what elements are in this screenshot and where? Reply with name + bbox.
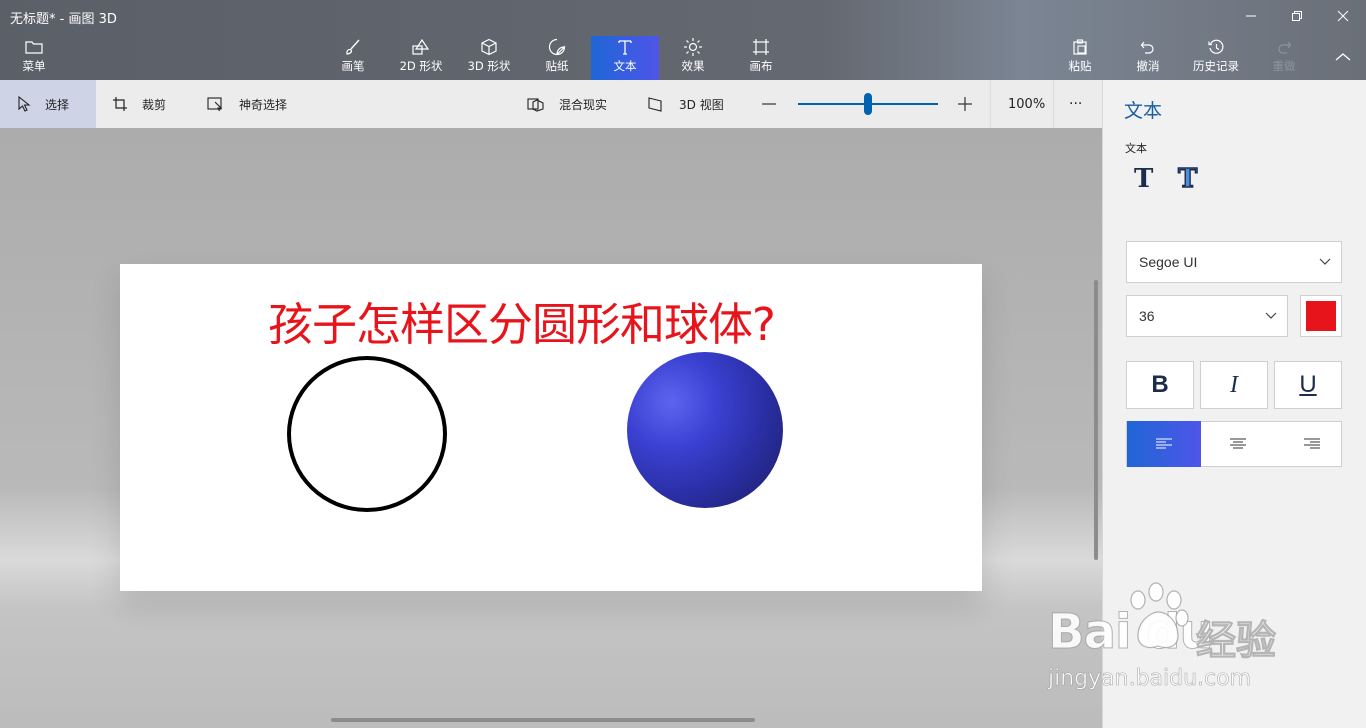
- paste-button[interactable]: 粘贴: [1046, 36, 1114, 80]
- restore-button[interactable]: [1274, 4, 1320, 28]
- folder-icon: [25, 41, 43, 54]
- history-icon: [1208, 39, 1224, 54]
- collapse-ribbon-button[interactable]: [1320, 45, 1366, 69]
- minimize-button[interactable]: [1228, 4, 1274, 28]
- crop-icon: [113, 97, 127, 111]
- tool-stickers[interactable]: 贴纸: [523, 36, 591, 80]
- text-color-swatch[interactable]: [1306, 301, 1336, 331]
- watermark-cn: 经验: [1196, 618, 1277, 665]
- text-3d-icon[interactable]: T: [1177, 163, 1198, 194]
- crop-tool[interactable]: 裁剪: [112, 80, 166, 128]
- canvas-headline-text[interactable]: 孩子怎样区分圆形和球体?: [268, 288, 776, 353]
- cube-icon: [481, 38, 497, 56]
- watermark-url: jingyan.baidu.com: [1048, 666, 1252, 692]
- sphere-3d-model[interactable]: [627, 352, 783, 508]
- redo-button: 重做: [1250, 36, 1318, 80]
- more-options-button[interactable]: ···: [1069, 80, 1082, 128]
- panel-subtitle: 文本: [1125, 142, 1147, 155]
- tool-2d-shapes[interactable]: 2D 形状: [387, 36, 455, 80]
- panel-title: 文本: [1124, 100, 1163, 122]
- menu-button[interactable]: 菜单: [0, 36, 68, 80]
- bold-button[interactable]: B: [1126, 361, 1194, 409]
- divider: [1053, 80, 1054, 128]
- window-title: 无标题* - 画图 3D: [10, 12, 117, 27]
- undo-button[interactable]: 撤消: [1114, 36, 1182, 80]
- zoom-out-button[interactable]: [760, 80, 792, 128]
- chevron-down-icon: [1265, 312, 1277, 319]
- close-icon: [1337, 10, 1349, 22]
- sun-icon: [684, 38, 702, 56]
- circle-2d-shape[interactable]: [287, 356, 447, 512]
- text-2d-icon[interactable]: T: [1134, 164, 1153, 194]
- cursor-icon: [18, 96, 31, 112]
- italic-button[interactable]: I: [1200, 361, 1268, 409]
- sticker-icon: [548, 38, 566, 56]
- close-button[interactable]: [1320, 4, 1366, 28]
- minus-icon: [762, 103, 776, 105]
- paw-logo: [1118, 580, 1194, 660]
- tool-effects[interactable]: 效果: [659, 36, 727, 80]
- align-right-button[interactable]: [1275, 421, 1349, 467]
- zoom-percent[interactable]: 100%: [1008, 80, 1045, 128]
- horizontal-scrollbar[interactable]: [331, 718, 755, 722]
- view-3d-button[interactable]: 3D 视图: [647, 80, 724, 128]
- align-center-icon: [1230, 438, 1246, 449]
- restore-icon: [1292, 11, 1302, 21]
- vertical-scrollbar[interactable]: [1094, 280, 1098, 560]
- align-center-button[interactable]: [1201, 421, 1275, 467]
- app-ribbon: 无标题* - 画图 3D 菜单 画笔 2D 形状 3D 形状 贴纸 文本 效果 …: [0, 0, 1366, 80]
- tool-brush[interactable]: 画笔: [319, 36, 387, 80]
- select-tool[interactable]: 选择: [0, 80, 96, 128]
- align-left-icon: [1156, 438, 1172, 449]
- divider: [990, 80, 991, 128]
- chevron-down-icon: [1319, 258, 1331, 265]
- history-button[interactable]: 历史记录: [1182, 36, 1250, 80]
- zoom-slider-thumb[interactable]: [864, 93, 872, 115]
- font-size-select[interactable]: 36: [1126, 295, 1288, 337]
- mixed-reality-icon: [527, 98, 544, 112]
- paste-icon: [1073, 39, 1087, 55]
- zoom-in-button[interactable]: [956, 80, 988, 128]
- canvas-icon: [753, 39, 769, 55]
- magic-select-icon: [207, 97, 223, 112]
- shapes-2d-icon: [412, 38, 430, 55]
- font-family-select[interactable]: Segoe UI: [1126, 241, 1342, 283]
- chevron-up-icon: [1335, 53, 1351, 61]
- plus-icon: [958, 97, 972, 111]
- tool-3d-shapes[interactable]: 3D 形状: [455, 36, 523, 80]
- text-icon: [618, 40, 632, 55]
- align-right-icon: [1304, 438, 1320, 449]
- redo-icon: [1278, 41, 1292, 54]
- tool-canvas[interactable]: 画布: [727, 36, 795, 80]
- brush-icon: [346, 39, 360, 55]
- view-3d-icon: [648, 97, 662, 112]
- magic-select-tool[interactable]: 神奇选择: [207, 80, 287, 128]
- undo-icon: [1140, 41, 1154, 54]
- mixed-reality-button[interactable]: 混合现实: [527, 80, 607, 128]
- tool-text[interactable]: 文本: [591, 36, 659, 80]
- align-left-button[interactable]: [1127, 421, 1201, 467]
- underline-button[interactable]: U: [1274, 361, 1342, 409]
- minimize-icon: [1246, 15, 1256, 17]
